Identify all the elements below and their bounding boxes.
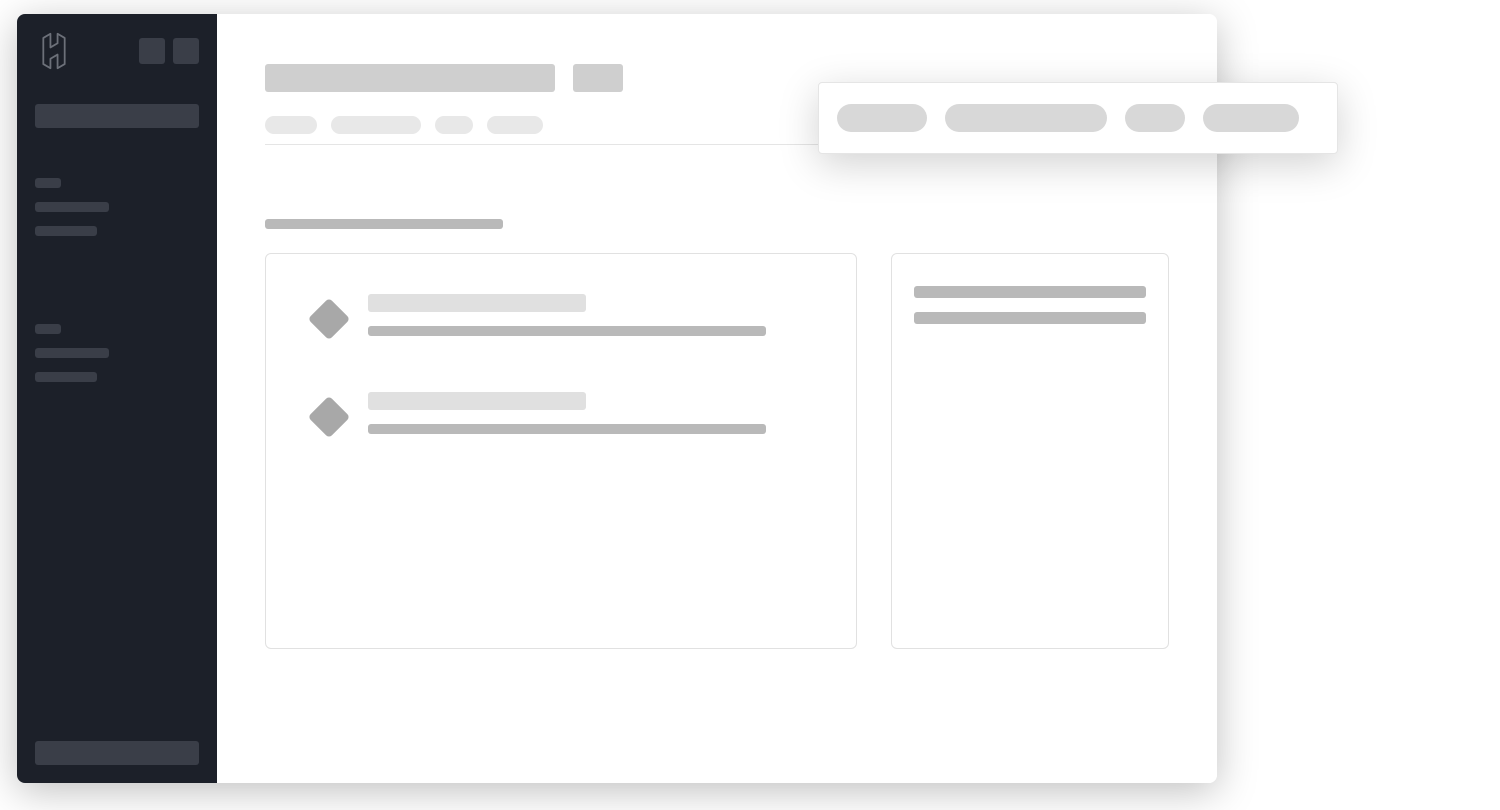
- side-panel-line: [914, 286, 1146, 298]
- top-icon-1[interactable]: [139, 38, 165, 64]
- diamond-icon: [308, 396, 350, 438]
- sidebar-footer[interactable]: [35, 741, 199, 765]
- nav-item[interactable]: [35, 226, 97, 236]
- list-item-title: [368, 392, 586, 410]
- diamond-icon: [308, 298, 350, 340]
- search-input[interactable]: [35, 104, 199, 128]
- main-panel: [265, 253, 857, 649]
- tab[interactable]: [265, 116, 317, 134]
- tab[interactable]: [435, 116, 473, 134]
- list-item[interactable]: [314, 294, 808, 336]
- nav-item[interactable]: [35, 348, 109, 358]
- list-item-desc: [368, 326, 766, 336]
- tab[interactable]: [487, 116, 543, 134]
- popover-action[interactable]: [837, 104, 927, 132]
- action-popover: [818, 82, 1338, 154]
- list-item-text: [368, 392, 808, 434]
- popover-action[interactable]: [1125, 104, 1185, 132]
- page-title: [265, 64, 555, 92]
- nav-group-2: [35, 324, 199, 396]
- nav-group-1: [35, 178, 199, 250]
- list-item-text: [368, 294, 808, 336]
- sidebar-top-icons: [139, 38, 199, 64]
- sidebar-top: [35, 32, 199, 70]
- content-row: [265, 253, 1169, 649]
- nav-item[interactable]: [35, 202, 109, 212]
- list-item-desc: [368, 424, 766, 434]
- top-icon-2[interactable]: [173, 38, 199, 64]
- sidebar: [17, 14, 217, 783]
- nav-group-label: [35, 178, 61, 188]
- popover-action[interactable]: [1203, 104, 1299, 132]
- side-panel-line: [914, 312, 1146, 324]
- nav-group-label: [35, 324, 61, 334]
- tab[interactable]: [331, 116, 421, 134]
- nav-item[interactable]: [35, 372, 97, 382]
- side-panel: [891, 253, 1169, 649]
- popover-action[interactable]: [945, 104, 1107, 132]
- section-heading: [265, 219, 503, 229]
- hashicorp-logo-icon[interactable]: [35, 32, 73, 70]
- page-badge: [573, 64, 623, 92]
- list-item[interactable]: [314, 392, 808, 434]
- list-item-title: [368, 294, 586, 312]
